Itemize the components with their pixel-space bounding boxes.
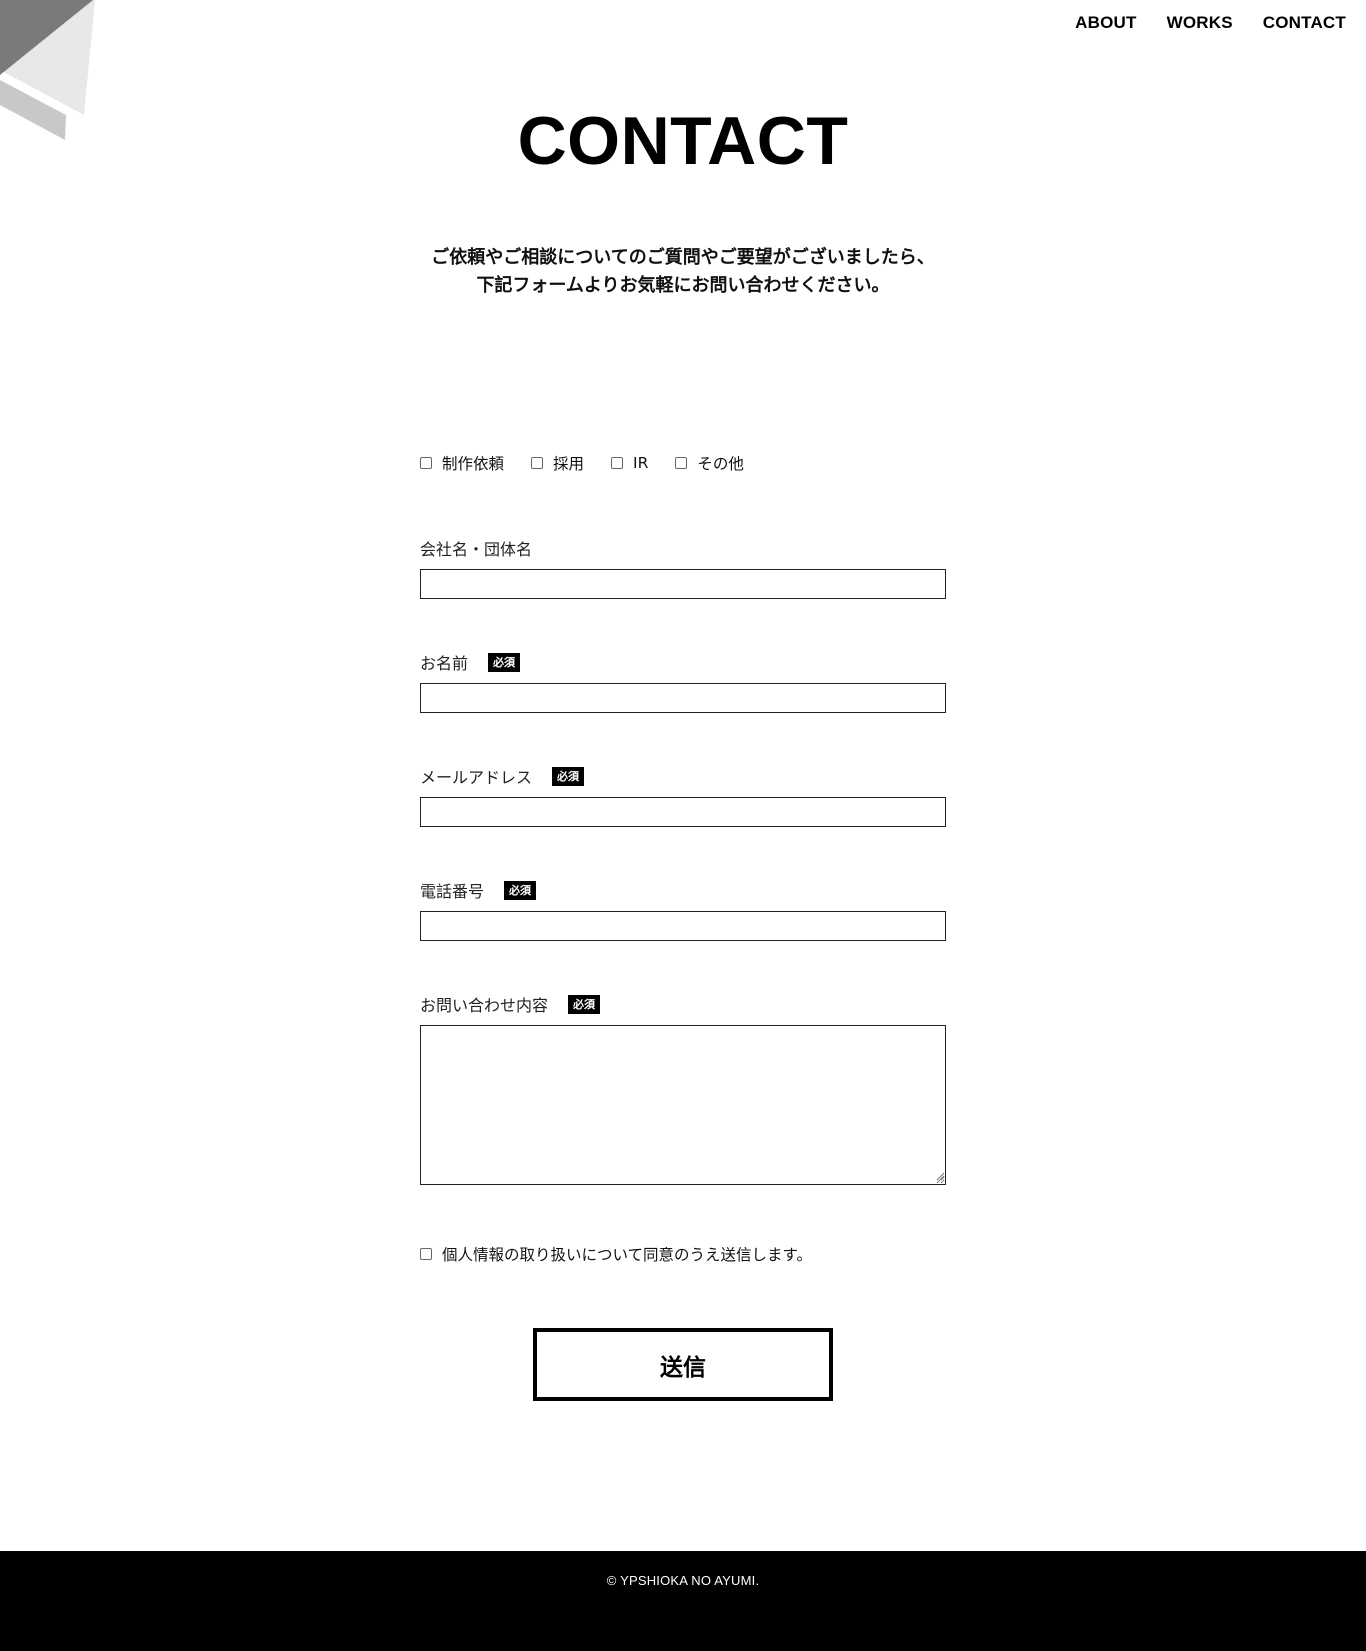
nav-about[interactable]: ABOUT — [1075, 13, 1136, 33]
category-label: 採用 — [553, 455, 585, 473]
category-production[interactable]: 制作依頼 — [420, 452, 504, 474]
category-other[interactable]: その他 — [675, 452, 744, 474]
resize-grip-icon[interactable] — [936, 1172, 945, 1181]
copyright-text: © YPSHIOKA NO AYUMI. — [606, 1573, 760, 1588]
checkbox-icon[interactable] — [531, 457, 544, 469]
intro-line-2: 下記フォームよりお気軽にお問い合わせください。 — [476, 275, 890, 296]
category-label: 制作依頼 — [442, 455, 505, 473]
category-label: IR — [633, 454, 649, 472]
intro-text: ご依頼やご相談についてのご質問やご要望がございましたら、 下記フォームよりお気軽… — [0, 244, 1366, 300]
email-label-text: メールアドレス — [420, 768, 533, 787]
phone-label: 電話番号 必須 — [420, 878, 537, 902]
company-label: 会社名・団体名 — [420, 536, 532, 560]
message-label-text: お問い合わせ内容 — [420, 996, 549, 1015]
intro-line-1: ご依頼やご相談についてのご質問やご要望がございましたら、 — [431, 247, 935, 268]
phone-label-text: 電話番号 — [420, 882, 485, 901]
checkbox-icon[interactable] — [675, 457, 688, 469]
category-checkboxes: 制作依頼 採用 IR その他 — [420, 452, 771, 474]
category-ir[interactable]: IR — [611, 454, 648, 472]
required-badge: 必須 — [552, 766, 585, 786]
company-input[interactable] — [420, 569, 946, 599]
privacy-agree[interactable]: 個人情報の取り扱いについて同意のうえ送信します。 — [420, 1243, 812, 1265]
message-label: お問い合わせ内容 必須 — [420, 992, 601, 1016]
privacy-agree-label: 個人情報の取り扱いについて同意のうえ送信します。 — [442, 1246, 812, 1264]
nav-contact[interactable]: CONTACT — [1263, 13, 1346, 33]
footer: © YPSHIOKA NO AYUMI. — [0, 1551, 1366, 1651]
company-label-text: 会社名・団体名 — [420, 540, 533, 559]
required-badge: 必須 — [504, 880, 537, 900]
phone-input[interactable] — [420, 911, 946, 941]
required-badge: 必須 — [568, 994, 601, 1014]
email-label: メールアドレス 必須 — [420, 764, 585, 788]
category-recruit[interactable]: 採用 — [531, 452, 584, 474]
top-nav: ABOUT WORKS CONTACT — [1075, 13, 1346, 33]
email-input[interactable] — [420, 797, 946, 827]
name-label: お名前 必須 — [420, 650, 521, 674]
required-badge: 必須 — [488, 652, 521, 672]
page-title: CONTACT — [517, 103, 849, 179]
submit-button[interactable]: 送信 — [533, 1328, 833, 1401]
checkbox-icon[interactable] — [611, 457, 624, 469]
category-label: その他 — [697, 455, 744, 473]
name-label-text: お名前 — [420, 654, 469, 673]
message-textarea[interactable] — [420, 1025, 946, 1185]
nav-works[interactable]: WORKS — [1167, 13, 1233, 33]
name-input[interactable] — [420, 683, 946, 713]
checkbox-icon[interactable] — [420, 457, 432, 469]
checkbox-icon[interactable] — [420, 1248, 432, 1260]
